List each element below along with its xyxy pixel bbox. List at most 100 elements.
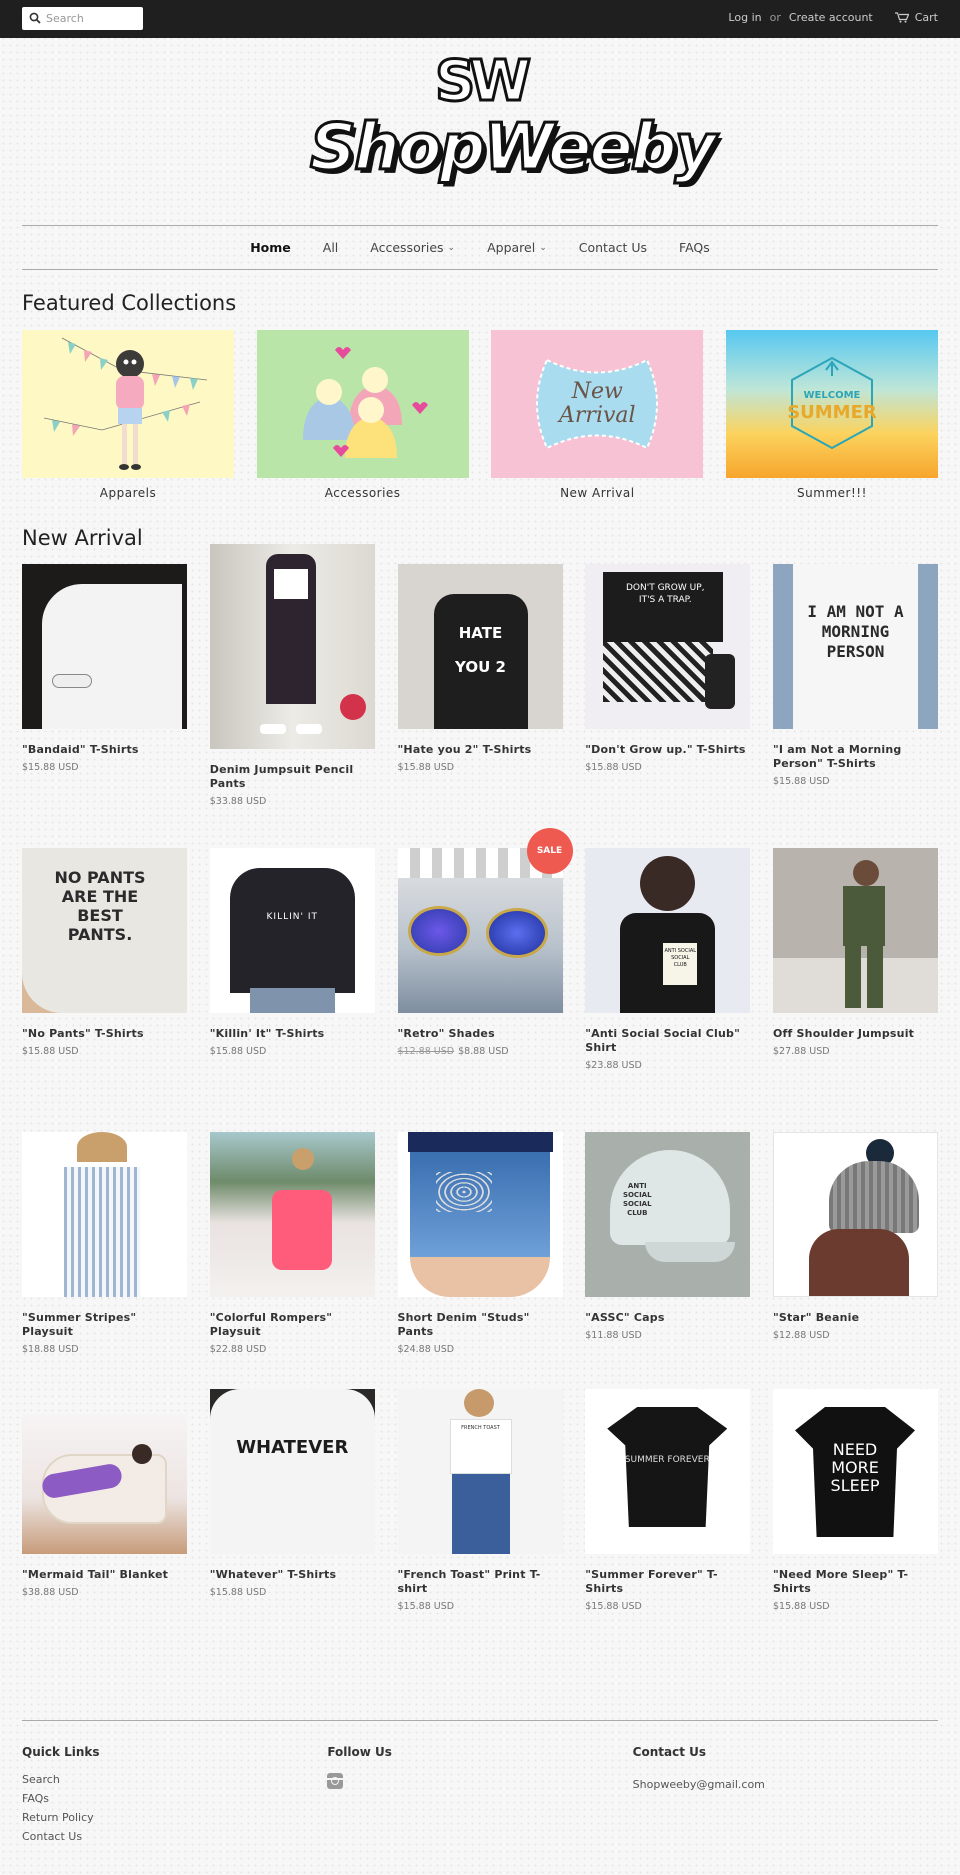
product-image[interactable]: NO PANTS ARE THE BEST PANTS. <box>22 848 187 1013</box>
product-title[interactable]: Off Shoulder Jumpsuit <box>773 1027 938 1041</box>
search-icon[interactable] <box>29 12 41 24</box>
product-image[interactable] <box>773 848 938 1013</box>
product-price: $15.88 USD <box>585 762 642 773</box>
product-title[interactable]: "Whatever" T-Shirts <box>210 1568 375 1582</box>
store-logo[interactable]: SW ShopWeeby <box>309 50 718 202</box>
product-title[interactable]: "Summer Stripes" Playsuit <box>22 1311 187 1339</box>
collection-accessories[interactable]: Accessories <box>256 330 469 500</box>
product-card[interactable]: SALE "Retro" Shades $12.88 USD $8.88 USD <box>397 828 573 1132</box>
collection-image[interactable] <box>256 330 469 478</box>
nav-item-faqs[interactable]: FAQs <box>679 240 710 255</box>
product-price: $38.88 USD <box>22 1587 79 1598</box>
product-card[interactable]: Short Denim "Studs" Pants $24.88 USD <box>397 1132 563 1404</box>
product-card[interactable]: KILLIN' IT "Killin' It" T-Shirts $15.88 … <box>209 848 375 1132</box>
product-title[interactable]: "Summer Forever" T-Shirts <box>585 1568 750 1596</box>
footer-link-contact-us[interactable]: Contact Us <box>22 1830 327 1843</box>
product-title[interactable]: "Need More Sleep" T-Shirts <box>773 1568 938 1596</box>
product-image[interactable]: I AM NOT A MORNING PERSON <box>773 564 938 729</box>
product-card[interactable]: "Summer Stripes" Playsuit $18.88 USD <box>22 1132 187 1404</box>
product-title[interactable]: "Colorful Rompers" Playsuit <box>210 1311 375 1339</box>
main-navigation: Home All Accessories ⌄ Apparel ⌄ Contact U… <box>22 225 938 270</box>
collection-image[interactable]: WELCOME SUMMER <box>725 330 938 478</box>
product-card[interactable]: ANTI SOCIAL SOCIAL CLUB "ASSC" Caps $11.… <box>585 1132 751 1404</box>
product-card[interactable]: Off Shoulder Jumpsuit $27.88 USD <box>773 848 938 1132</box>
nav-item-apparel[interactable]: Apparel ⌄ <box>487 240 547 255</box>
product-image[interactable] <box>397 1132 563 1297</box>
product-title[interactable]: "Star" Beanie <box>773 1311 938 1325</box>
product-card[interactable]: NO PANTS ARE THE BEST PANTS. "No Pants" … <box>22 848 187 1132</box>
site-footer: Quick Links Search FAQs Return Policy Co… <box>22 1720 938 1849</box>
product-card[interactable]: "Mermaid Tail" Blanket $38.88 USD <box>22 1404 187 1664</box>
product-card[interactable]: I AM NOT A MORNING PERSON "I am Not a Mo… <box>773 564 938 848</box>
contact-email[interactable]: Shopweeby@gmail.com <box>633 1778 765 1791</box>
product-price: $15.88 USD <box>209 1587 267 1598</box>
collection-new-arrival[interactable]: New Arrival New Arrival <box>491 330 704 500</box>
product-card[interactable]: "Bandaid" T-Shirts $15.88 USD <box>22 564 187 848</box>
collection-image[interactable] <box>22 330 234 478</box>
product-card[interactable]: "Star" Beanie $12.88 USD <box>773 1132 938 1404</box>
product-title[interactable]: "French Toast" Print T-shirt <box>398 1568 563 1596</box>
nav-item-home[interactable]: Home <box>250 240 291 255</box>
product-image[interactable]: ANTI SOCIAL SOCIAL CLUB <box>585 848 751 1013</box>
nav-item-accessories[interactable]: Accessories ⌄ <box>370 240 455 255</box>
product-image[interactable]: DON'T GROW UP, IT'S A TRAP. <box>585 564 751 729</box>
product-title[interactable]: "Killin' It" T-Shirts <box>210 1027 375 1041</box>
search-input[interactable] <box>46 7 140 30</box>
product-card[interactable]: DON'T GROW UP, IT'S A TRAP. "Don't Grow … <box>585 564 751 848</box>
product-card[interactable]: ANTI SOCIAL SOCIAL CLUB "Anti Social Soc… <box>585 848 751 1132</box>
product-image[interactable]: WHATEVER <box>209 1389 375 1554</box>
collection-summer[interactable]: WELCOME SUMMER Summer!!! <box>725 330 938 500</box>
product-title[interactable]: "I am Not a Morning Person" T-Shirts <box>773 743 938 771</box>
product-image[interactable] <box>397 848 563 1013</box>
product-card[interactable]: Denim Jumpsuit Pencil Pants $33.88 USD <box>209 544 375 848</box>
product-title[interactable]: "Don't Grow up." T-Shirts <box>585 743 750 757</box>
collection-image[interactable]: New Arrival <box>491 330 704 478</box>
product-card[interactable]: NEED MORE SLEEP "Need More Sleep" T-Shir… <box>773 1389 938 1664</box>
collection-label[interactable]: New Arrival <box>491 486 703 500</box>
product-image[interactable]: NEED MORE SLEEP <box>773 1389 938 1554</box>
product-image[interactable] <box>209 544 375 749</box>
product-title[interactable]: "ASSC" Caps <box>585 1311 750 1325</box>
cart-link[interactable]: Cart <box>894 11 938 24</box>
footer-link-search[interactable]: Search <box>22 1773 327 1786</box>
collection-label[interactable]: Accessories <box>257 486 469 500</box>
product-title[interactable]: "Retro" Shades <box>398 1027 563 1041</box>
footer-link-return-policy[interactable]: Return Policy <box>22 1811 327 1824</box>
search-box[interactable] <box>22 7 143 30</box>
product-card[interactable]: "Colorful Rompers" Playsuit $22.88 USD <box>209 1132 375 1404</box>
product-image[interactable]: KILLIN' IT <box>209 848 375 1013</box>
collection-label[interactable]: Summer!!! <box>726 486 938 500</box>
footer-quick-links: Quick Links Search FAQs Return Policy Co… <box>22 1745 327 1849</box>
product-image[interactable]: SUMMER FOREVER <box>585 1389 751 1554</box>
product-image[interactable] <box>22 564 187 729</box>
collection-apparels[interactable]: Apparels <box>22 330 234 500</box>
product-title[interactable]: Denim Jumpsuit Pencil Pants <box>210 763 375 791</box>
footer-heading: Contact Us <box>632 1745 706 1759</box>
product-card[interactable]: SUMMER FOREVER "Summer Forever" T-Shirts… <box>585 1389 751 1664</box>
product-title[interactable]: "No Pants" T-Shirts <box>22 1027 187 1041</box>
product-image[interactable]: ANTI SOCIAL SOCIAL CLUB <box>585 1132 751 1297</box>
collection-image-text-1: WELCOME <box>803 390 861 401</box>
nav-item-all[interactable]: All <box>323 240 339 255</box>
product-title[interactable]: Short Denim "Studs" Pants <box>398 1311 563 1339</box>
product-image[interactable]: FRENCH TOAST <box>397 1389 563 1554</box>
login-link[interactable]: Log in <box>728 11 761 24</box>
product-image[interactable] <box>209 1132 375 1297</box>
product-image[interactable] <box>773 1132 938 1297</box>
product-image[interactable]: HATE YOU 2 <box>397 564 563 729</box>
nav-item-contact-us[interactable]: Contact Us <box>579 240 647 255</box>
footer-link-faqs[interactable]: FAQs <box>22 1792 327 1805</box>
product-card[interactable]: WHATEVER "Whatever" T-Shirts $15.88 USD <box>209 1389 375 1664</box>
product-image[interactable] <box>22 1132 187 1297</box>
product-image[interactable] <box>22 1404 187 1554</box>
create-account-link[interactable]: Create account <box>789 11 873 24</box>
product-card[interactable]: FRENCH TOAST "French Toast" Print T-shir… <box>397 1389 563 1664</box>
product-title[interactable]: "Mermaid Tail" Blanket <box>22 1568 187 1582</box>
product-title[interactable]: "Hate you 2" T-Shirts <box>398 743 563 757</box>
instagram-icon[interactable] <box>327 1773 344 1789</box>
product-card[interactable]: HATE YOU 2 "Hate you 2" T-Shirts $15.88 … <box>397 564 563 848</box>
collection-label[interactable]: Apparels <box>22 486 234 500</box>
product-title[interactable]: "Anti Social Social Club" Shirt <box>585 1027 750 1055</box>
product-image-text: SUMMER FOREVER <box>624 1455 710 1465</box>
product-title[interactable]: "Bandaid" T-Shirts <box>22 743 187 757</box>
